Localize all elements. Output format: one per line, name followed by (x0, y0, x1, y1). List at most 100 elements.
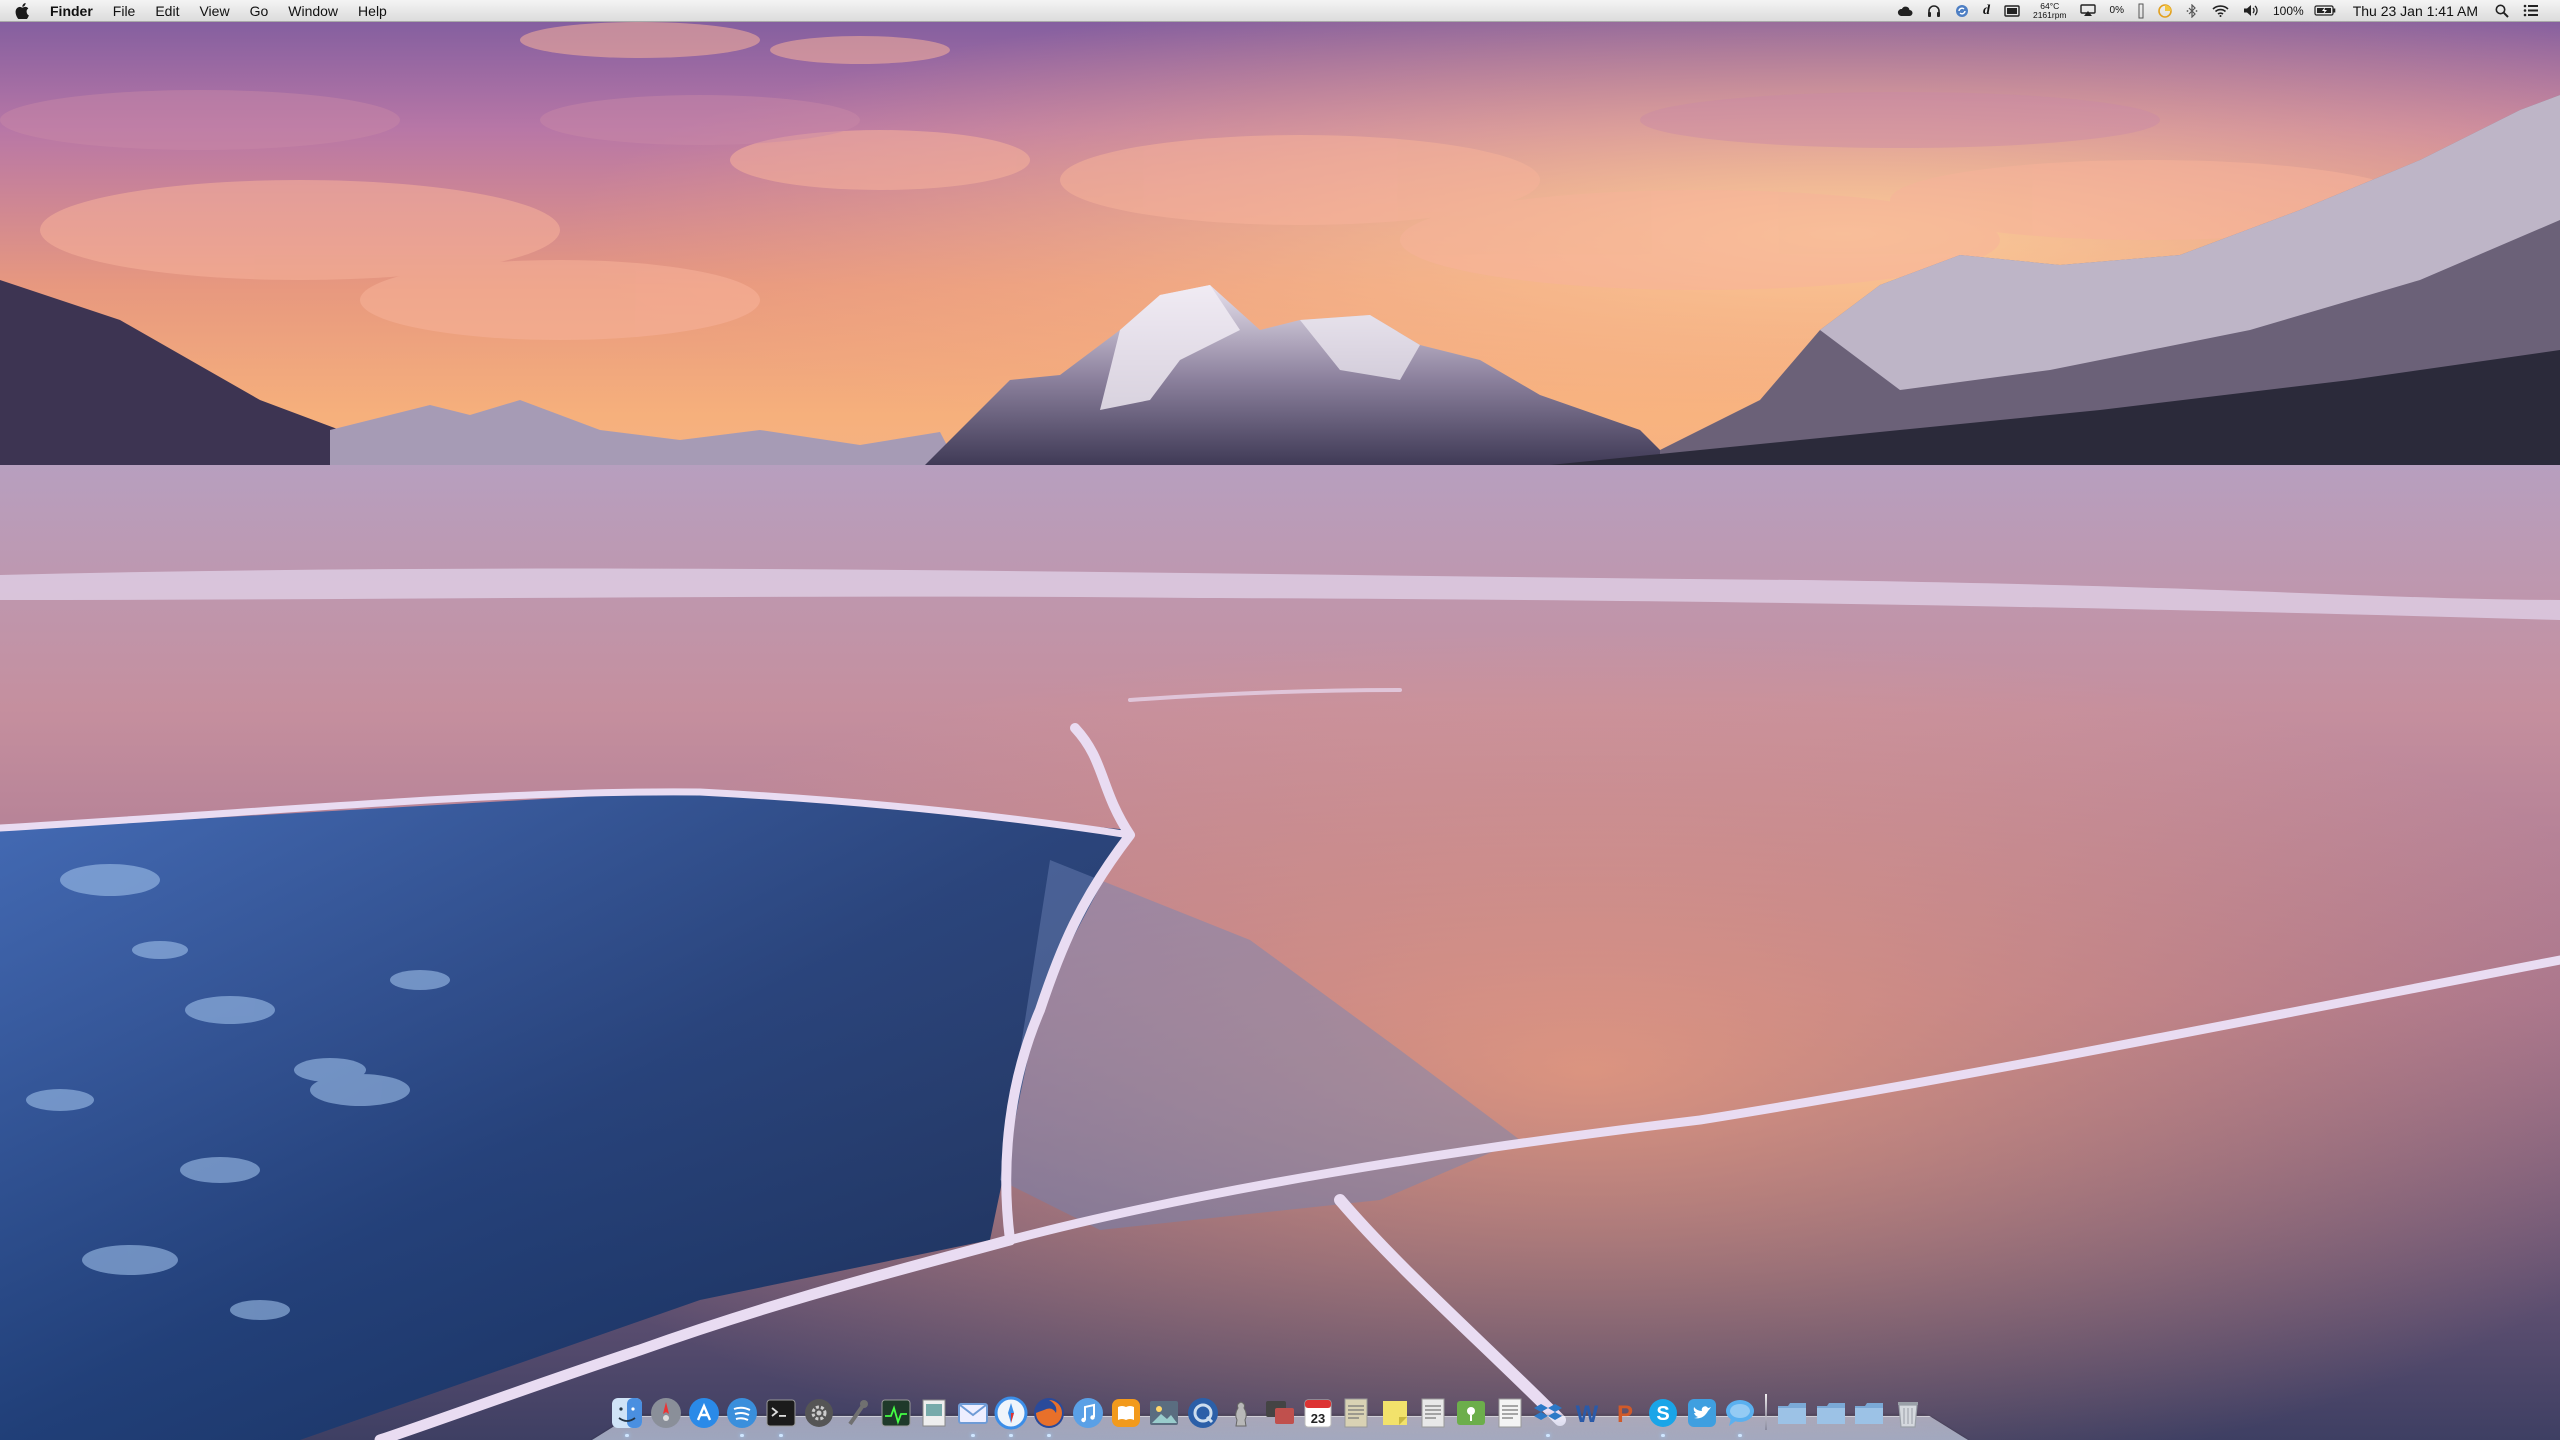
documents-folder-icon (1816, 1403, 1845, 1424)
word-icon: W (1575, 1401, 1598, 1428)
dock-item-applications-folder[interactable] (1775, 1396, 1809, 1430)
textedit-icon (1421, 1398, 1445, 1428)
cloud-icon[interactable] (1890, 0, 1920, 22)
airplay-icon[interactable] (2073, 0, 2103, 22)
trash-icon (1897, 1402, 1918, 1428)
photos-icon (1150, 1401, 1179, 1425)
wifi-icon[interactable] (2205, 0, 2236, 22)
desktop[interactable]: Finder File Edit View Go Window Help d 6 (0, 0, 2560, 1440)
dock-item-photos[interactable] (1147, 1396, 1181, 1430)
running-indicator (778, 1434, 783, 1437)
preview-icon (922, 1399, 946, 1427)
dock-item-activity-monitor[interactable] (879, 1396, 913, 1430)
chess-icon (1235, 1401, 1247, 1427)
menu-bar-left: Finder File Edit View Go Window Help (0, 0, 397, 22)
itunes-icon (1072, 1398, 1103, 1428)
dock-item-chess[interactable] (1224, 1396, 1258, 1430)
finder-icon (612, 1398, 643, 1428)
menu-bar-status-area: d 64°C 2161rpm 0% 100% Thu 23 Jan 1:41 A… (1890, 0, 2560, 22)
menu-help[interactable]: Help (348, 0, 397, 22)
dock-item-mail[interactable] (956, 1396, 990, 1437)
dock-item-notes[interactable] (1339, 1396, 1373, 1430)
volume-icon[interactable] (2236, 0, 2266, 22)
dock-item-textedit[interactable] (1416, 1396, 1450, 1430)
firefox-icon (1034, 1398, 1065, 1428)
dock-item-calendar[interactable]: 23 (1301, 1396, 1335, 1430)
bluetooth-icon[interactable] (2179, 0, 2205, 22)
maps-icon (1457, 1401, 1486, 1425)
dock-item-trash[interactable] (1891, 1396, 1925, 1430)
ibooks-icon (1112, 1399, 1141, 1427)
remote-desktop-icon (1265, 1401, 1294, 1424)
dock-item-messages[interactable] (1723, 1396, 1757, 1437)
apple-logo-icon[interactable] (14, 0, 30, 22)
dock-item-terminal[interactable] (764, 1396, 798, 1437)
running-indicator (1008, 1434, 1013, 1437)
dock-item-dropbox[interactable] (1531, 1396, 1565, 1437)
activity-monitor-icon (881, 1399, 911, 1427)
tools-icon (848, 1400, 869, 1426)
battery-gauge-readout[interactable]: 0% (2103, 0, 2131, 22)
dock-item-tools[interactable] (840, 1396, 874, 1430)
menu-edit[interactable]: Edit (145, 0, 189, 22)
fan-speed-value: 2161rpm (2032, 9, 2067, 20)
calendar-icon: 23 (1304, 1399, 1332, 1428)
menu-window[interactable]: Window (278, 0, 348, 22)
twitter-icon (1687, 1399, 1716, 1427)
dock-item-documents-folder[interactable] (1814, 1396, 1848, 1430)
menu-app-name[interactable]: Finder (40, 0, 103, 22)
dock-item-ibooks[interactable] (1109, 1396, 1143, 1430)
dock-item-textwrangler[interactable] (1493, 1396, 1527, 1430)
dock-item-skype[interactable]: S (1646, 1396, 1680, 1437)
dock-item-app-store[interactable] (687, 1396, 721, 1430)
running-indicator (1738, 1434, 1743, 1437)
safari-icon (994, 1396, 1028, 1430)
dock-item-word[interactable]: W (1570, 1396, 1604, 1430)
dock-item-safari[interactable] (994, 1396, 1028, 1437)
headphones-icon[interactable] (1920, 0, 1948, 22)
battery-icon[interactable] (2307, 0, 2343, 22)
dock-icon-row: 23 W P S (608, 1390, 1952, 1437)
dropbox-icon (1534, 1404, 1563, 1420)
dock-item-maps[interactable] (1454, 1396, 1488, 1430)
dock-item-itunes[interactable] (1071, 1396, 1105, 1430)
dock-item-quicktime[interactable] (1186, 1396, 1220, 1430)
dock-item-launchpad[interactable] (649, 1396, 683, 1430)
activity-bar-icon[interactable] (2131, 0, 2151, 22)
dock-item-stickies[interactable] (1378, 1396, 1412, 1430)
dock-item-preview[interactable] (917, 1396, 951, 1430)
quicktime-icon (1187, 1398, 1218, 1428)
svg-text:P: P (1617, 1401, 1633, 1428)
desktop-wallpaper (0, 0, 2560, 1440)
svg-text:S: S (1657, 1403, 1670, 1425)
stickies-icon (1382, 1401, 1407, 1425)
dock-item-powerpoint[interactable]: P (1608, 1396, 1642, 1430)
skype-icon: S (1649, 1399, 1678, 1427)
d-letter-icon[interactable]: d (1976, 0, 1997, 22)
terminal-icon (766, 1399, 796, 1427)
dock-item-settings[interactable] (802, 1396, 836, 1430)
dock-item-twitter[interactable] (1685, 1396, 1719, 1430)
display-icon[interactable] (1997, 0, 2027, 22)
spotify-icon (727, 1398, 758, 1428)
dock-item-downloads-folder[interactable] (1852, 1396, 1886, 1430)
dock-item-finder[interactable] (610, 1396, 644, 1437)
dock-item-firefox[interactable] (1032, 1396, 1066, 1437)
dock-item-remote-desktop[interactable] (1263, 1396, 1297, 1430)
sync-icon[interactable] (1948, 0, 1976, 22)
dock-item-spotify[interactable] (725, 1396, 759, 1437)
battery-percent[interactable]: 100% (2266, 0, 2307, 22)
notification-center-icon[interactable] (2516, 0, 2546, 22)
notes-icon (1344, 1398, 1368, 1428)
menu-view[interactable]: View (189, 0, 239, 22)
spotlight-search-icon[interactable] (2488, 0, 2516, 22)
dock: 23 W P S (592, 1386, 1968, 1440)
menu-file[interactable]: File (103, 0, 146, 22)
cpu-gauge-icon[interactable] (2151, 0, 2179, 22)
clock-datetime[interactable]: Thu 23 Jan 1:41 AM (2343, 0, 2488, 22)
mail-icon (957, 1403, 988, 1424)
menu-bar: Finder File Edit View Go Window Help d 6 (0, 0, 2560, 22)
menu-go[interactable]: Go (240, 0, 279, 22)
temperature-fan-readout[interactable]: 64°C 2161rpm (2027, 0, 2073, 22)
launchpad-icon (650, 1398, 681, 1428)
